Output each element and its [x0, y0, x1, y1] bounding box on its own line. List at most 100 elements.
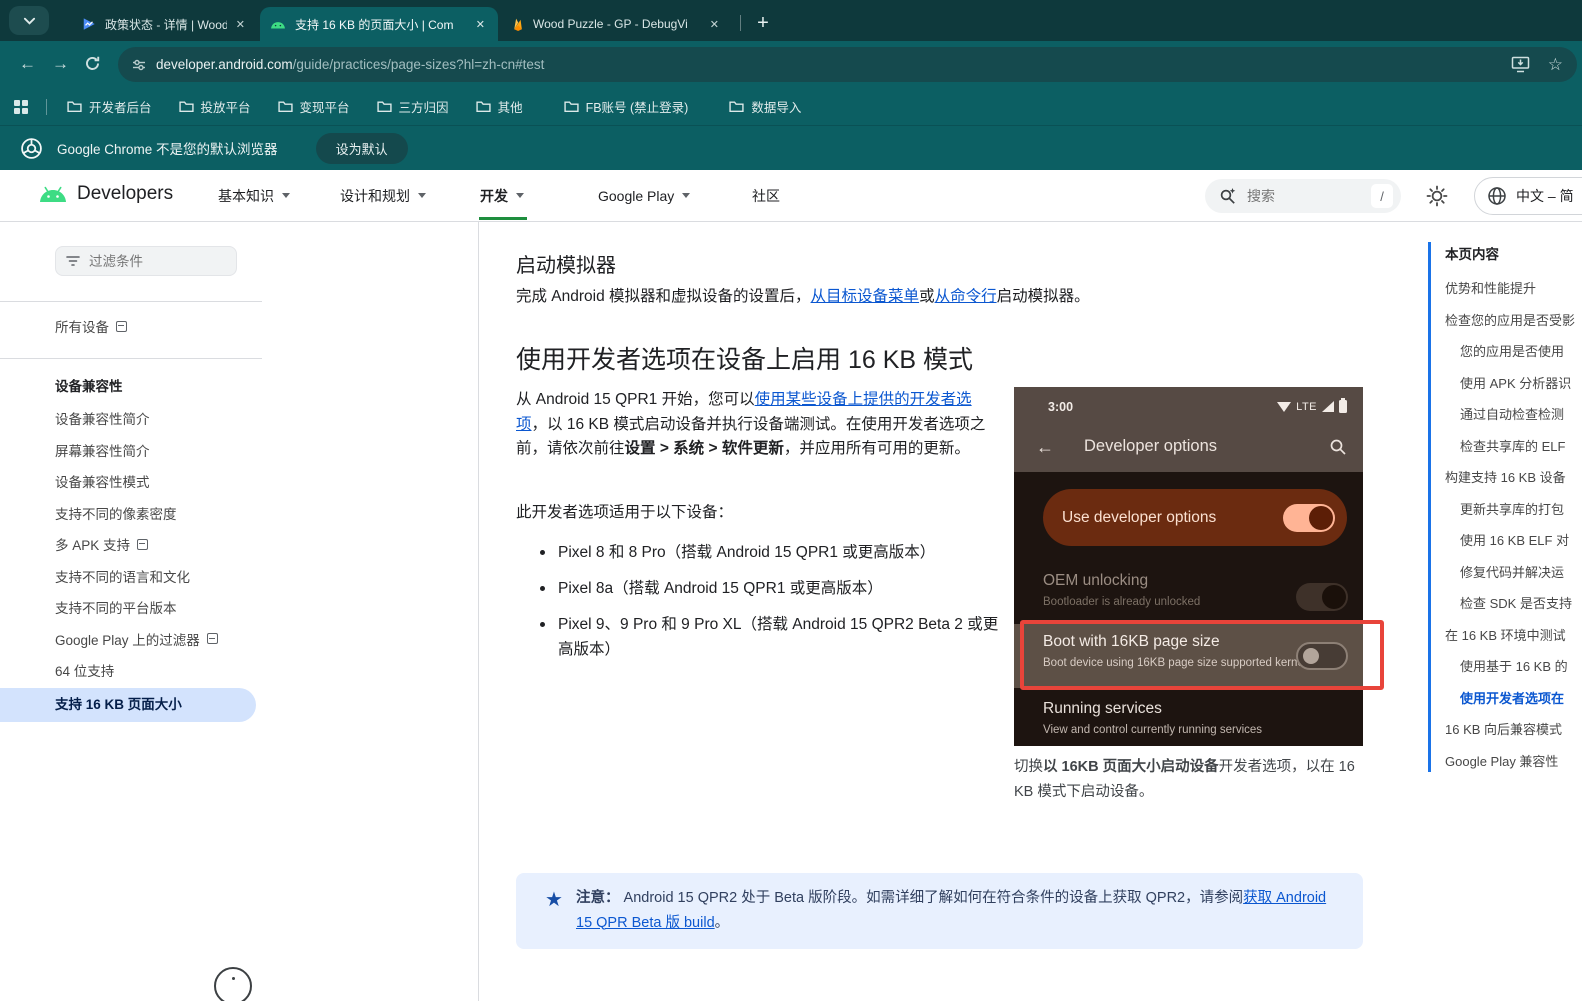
toc-title: 本页内容: [1445, 247, 1499, 262]
running-services-row[interactable]: Running services View and control curren…: [1043, 700, 1348, 746]
language-selector[interactable]: 中文 – 简: [1474, 177, 1582, 215]
tab-title: 政策状态 - 详情 | Wood Puzzle: [105, 17, 227, 32]
nav-develop-active[interactable]: 开发: [480, 170, 524, 221]
address-bar[interactable]: developer.android.com/guide/practices/pa…: [118, 47, 1577, 82]
globe-icon: [1487, 186, 1507, 206]
text: 完成 Android 模拟器和虚拟设备的设置后，: [516, 288, 811, 305]
browser-tab-debugview[interactable]: Wood Puzzle - GP - DebugVi ✕: [502, 7, 732, 41]
content-divider: [478, 222, 479, 1001]
install-icon[interactable]: [1511, 56, 1530, 73]
nav-design-plan[interactable]: 设计和规划: [340, 170, 426, 221]
toc-item[interactable]: 优势和性能提升: [1445, 278, 1536, 297]
sidebar-item[interactable]: 支持不同的平台版本: [55, 597, 177, 617]
sidebar-divider: [0, 301, 262, 302]
toc-item[interactable]: 16 KB 向后兼容模式: [1445, 719, 1562, 738]
sidebar-item-label: 支持 16 KB 页面大小: [55, 697, 182, 712]
toc-item[interactable]: 检查您的应用是否受影: [1445, 310, 1575, 329]
toc-item[interactable]: 更新共享库的打包: [1460, 499, 1564, 518]
apps-grid-icon[interactable]: [14, 99, 28, 114]
theme-toggle-sun-icon[interactable]: [1425, 184, 1449, 208]
bookmark-folder[interactable]: FB账号 (禁止登录): [563, 97, 688, 116]
page-body: 所有设备 设备兼容性 设备兼容性简介 屏幕兼容性简介 设备兼容性模式 支持不同的…: [0, 222, 1582, 1001]
back-icon[interactable]: ←: [19, 53, 36, 75]
link-target-device-menu[interactable]: 从目标设备菜单: [811, 288, 920, 305]
bookmark-folder[interactable]: 开发者后台: [67, 97, 152, 116]
browser-tab-page-sizes-active[interactable]: 支持 16 KB 的页面大小 | Com ✕: [260, 7, 498, 41]
close-icon[interactable]: ✕: [707, 17, 722, 32]
phone-status-bar: 3:00 LTE: [1014, 387, 1363, 427]
toc-item[interactable]: 检查 SDK 是否支持: [1460, 593, 1572, 612]
chevron-down-icon: [282, 193, 290, 198]
sidebar-divider: [0, 358, 262, 359]
signal-icon: [1322, 401, 1334, 412]
site-search[interactable]: /: [1205, 179, 1401, 213]
developers-logo[interactable]: Developers: [38, 183, 173, 205]
browser-tab-policy-status[interactable]: 政策状态 - 详情 | Wood Puzzle ✕: [72, 7, 258, 41]
bookmark-folder[interactable]: 变现平台: [277, 97, 350, 116]
toc-item[interactable]: Google Play 兼容性: [1445, 751, 1558, 770]
bookmark-folder[interactable]: 数据导入: [729, 97, 801, 116]
toggle-on[interactable]: [1283, 503, 1335, 532]
toc-item[interactable]: 在 16 KB 环境中测试: [1445, 625, 1566, 644]
filter-box[interactable]: [55, 246, 237, 276]
link-command-line[interactable]: 从命令行: [935, 288, 997, 305]
folder-icon: [475, 100, 491, 113]
toc-item[interactable]: 使用 APK 分析器识: [1460, 373, 1571, 392]
sidebar-item[interactable]: 设备兼容性模式: [55, 471, 150, 491]
toc-item[interactable]: 通过自动检查检测: [1460, 404, 1564, 423]
search-input[interactable]: [1247, 188, 1357, 204]
forward-icon[interactable]: →: [52, 53, 69, 75]
bookmark-folder[interactable]: 投放平台: [178, 97, 251, 116]
bookmark-folder[interactable]: 三方归因: [376, 97, 449, 116]
nav-community[interactable]: 社区: [752, 170, 780, 221]
chrome-logo-icon: [20, 137, 43, 160]
sidebar-item[interactable]: 屏幕兼容性简介: [55, 440, 150, 460]
bookmark-star-icon[interactable]: ☆: [1548, 55, 1563, 75]
toc-item[interactable]: 修复代码并解决运: [1460, 562, 1564, 581]
sidebar-item-all-devices[interactable]: 所有设备: [55, 316, 127, 336]
toc-item[interactable]: 使用基于 16 KB 的: [1460, 656, 1568, 675]
star-icon: ★: [545, 889, 563, 911]
nav-label: 设计和规划: [340, 187, 410, 204]
filter-icon: [66, 255, 80, 267]
note-callout: ★ 注意： Android 15 QPR2 处于 Beta 版阶段。如需详细了解…: [516, 873, 1363, 949]
filter-input[interactable]: [89, 253, 209, 269]
sidebar-item[interactable]: 设备兼容性简介: [55, 408, 150, 428]
bold-settings-path: 设置 > 系统 > 软件更新: [624, 440, 784, 457]
folder-icon: [563, 100, 579, 113]
toc-item[interactable]: 检查共享库的 ELF: [1460, 436, 1565, 455]
sidebar-item[interactable]: 多 APK 支持: [55, 534, 149, 554]
toc-item[interactable]: 构建支持 16 KB 设备: [1445, 467, 1566, 486]
battery-icon: [1339, 398, 1347, 413]
toc-item[interactable]: 您的应用是否使用: [1460, 341, 1564, 360]
sidebar-section-title: 设备兼容性: [55, 379, 123, 394]
bookmark-folder[interactable]: 其他: [475, 97, 523, 116]
search-icon[interactable]: [1329, 438, 1347, 456]
sidebar-collapse-button[interactable]: [214, 967, 252, 1001]
toc-item[interactable]: 使用 16 KB ELF 对: [1460, 530, 1569, 549]
sidebar-item[interactable]: 支持不同的语言和文化: [55, 566, 190, 586]
set-default-button[interactable]: 设为默认: [315, 132, 408, 164]
sidebar-item[interactable]: 支持不同的像素密度: [55, 503, 177, 523]
toc-item-active[interactable]: 使用开发者选项在: [1460, 688, 1564, 707]
text: 从 Android 15 QPR1 开始，您可以: [516, 391, 755, 408]
back-arrow-icon[interactable]: ←: [1036, 437, 1054, 458]
nav-google-play[interactable]: Google Play: [598, 170, 691, 221]
sidebar-item[interactable]: 64 位支持: [55, 660, 114, 680]
toggle-on-disabled[interactable]: [1296, 583, 1348, 611]
refresh-icon[interactable]: [84, 55, 101, 72]
search-shortcut-key: /: [1371, 184, 1393, 208]
new-tab-button[interactable]: +: [748, 8, 778, 38]
sidebar-item-16kb-active[interactable]: 支持 16 KB 页面大小: [0, 688, 256, 722]
nav-essentials[interactable]: 基本知识: [218, 170, 290, 221]
close-icon[interactable]: ✕: [473, 17, 488, 32]
tab-search-button[interactable]: [9, 6, 49, 35]
site-info-icon[interactable]: [132, 58, 146, 72]
tab-strip: 政策状态 - 详情 | Wood Puzzle ✕ 支持 16 KB 的页面大小…: [0, 0, 1582, 41]
use-developer-options-row[interactable]: Use developer options: [1043, 489, 1347, 546]
oem-unlocking-row[interactable]: OEM unlocking Bootloader is already unlo…: [1043, 572, 1348, 622]
sidebar-item[interactable]: Google Play 上的过滤器: [55, 629, 218, 649]
close-icon[interactable]: ✕: [233, 17, 248, 32]
boot-16kb-row[interactable]: Boot with 16KB page size Boot device usi…: [1043, 633, 1348, 679]
toggle-off[interactable]: [1296, 642, 1348, 670]
